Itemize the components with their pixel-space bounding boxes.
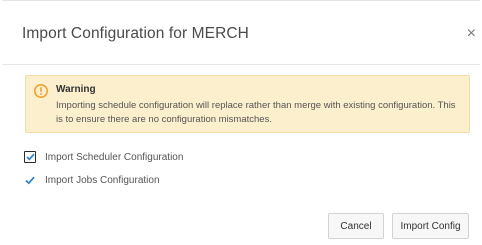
dialog-title: Import Configuration for MERCH bbox=[22, 25, 249, 42]
checkmark-icon bbox=[25, 153, 35, 161]
dialog-header: Import Configuration for MERCH × bbox=[2, 1, 480, 65]
import-jobs-configuration-label: Import Jobs Configuration bbox=[45, 174, 160, 186]
checkmark-icon bbox=[25, 176, 35, 184]
warning-icon bbox=[34, 84, 48, 98]
import-scheduler-configuration-option[interactable]: Import Scheduler Configuration bbox=[24, 150, 183, 164]
close-icon[interactable]: × bbox=[467, 25, 476, 43]
warning-title: Warning bbox=[56, 84, 96, 95]
cancel-button[interactable]: Cancel bbox=[328, 213, 384, 239]
import-scheduler-configuration-label: Import Scheduler Configuration bbox=[45, 151, 184, 163]
warning-banner: Warning Importing schedule configuration… bbox=[25, 75, 470, 133]
import-scheduler-configuration-checkbox[interactable] bbox=[24, 151, 36, 163]
import-config-button[interactable]: Import Config bbox=[392, 213, 469, 239]
import-jobs-configuration-checkbox[interactable] bbox=[24, 174, 36, 186]
import-configuration-dialog: Import Configuration for MERCH × Warning… bbox=[2, 0, 480, 245]
warning-message: Importing schedule configuration will re… bbox=[56, 100, 456, 125]
import-jobs-configuration-option[interactable]: Import Jobs Configuration bbox=[24, 173, 160, 187]
